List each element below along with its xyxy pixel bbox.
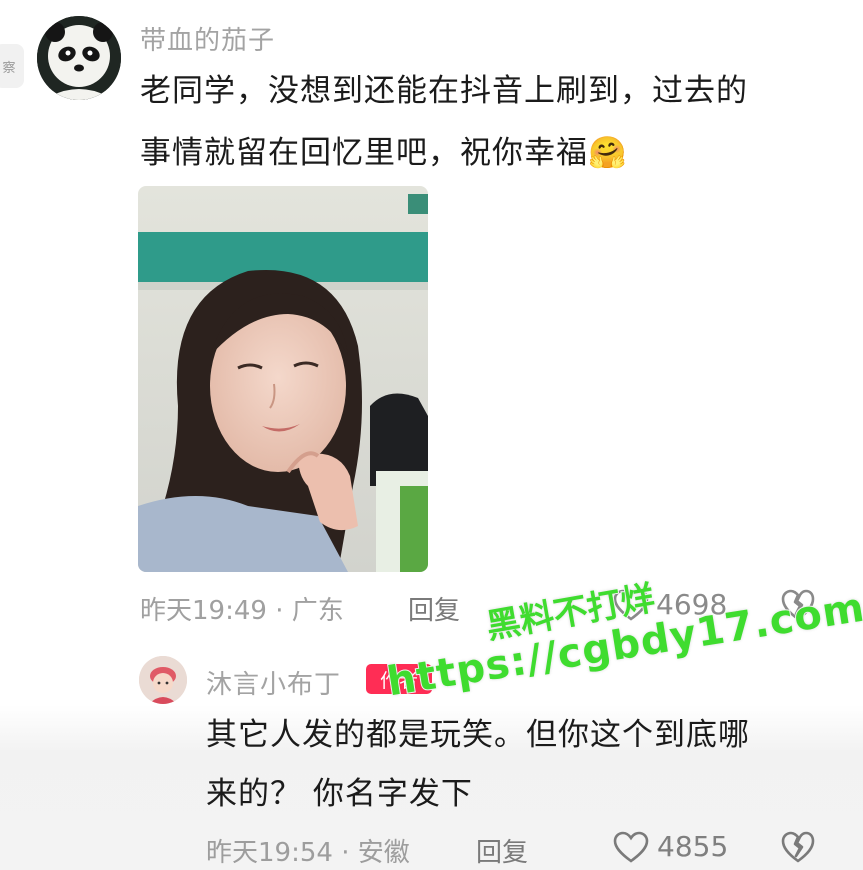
comment-text-line1: 老同学，没想到还能在抖音上刷到，过去的 xyxy=(140,73,748,109)
reply-like-count: 4855 xyxy=(657,830,729,863)
comment-user-name[interactable]: 带血的茄子 xyxy=(140,20,275,57)
comment-reply-button[interactable]: 回复 xyxy=(408,590,460,627)
panda-avatar-icon xyxy=(37,16,121,100)
comment-text-line2: 事情就留在回忆里吧，祝你幸福🤗 xyxy=(140,122,628,184)
girl-avatar-icon xyxy=(139,656,187,704)
reply-like-heart-icon[interactable] xyxy=(612,830,650,864)
hug-emoji: 🤗 xyxy=(588,135,628,171)
comment-time-location: 昨天19:49 · 广东 xyxy=(140,596,344,626)
avatar[interactable] xyxy=(37,16,121,100)
reply-text-line1: 其它人发的都是玩笑。但你这个到底哪 xyxy=(206,717,750,753)
side-tab-label: 察 xyxy=(2,60,16,76)
portrait-photo xyxy=(138,186,428,572)
reply-broken-heart-icon[interactable] xyxy=(780,830,816,864)
reply-text-line2: 来的？ 你名字发下 xyxy=(206,776,473,812)
reply-reply-button[interactable]: 回复 xyxy=(476,832,528,869)
side-tab[interactable]: 察 xyxy=(0,44,24,88)
comment-text-line2-content: 事情就留在回忆里吧，祝你幸福 xyxy=(140,135,588,171)
reply-user-name[interactable]: 沐言小布丁 xyxy=(206,664,341,701)
reply-avatar[interactable] xyxy=(139,656,187,704)
comment-photo[interactable] xyxy=(138,186,428,572)
reply-time-location: 昨天19:54 · 安徽 xyxy=(206,838,410,868)
